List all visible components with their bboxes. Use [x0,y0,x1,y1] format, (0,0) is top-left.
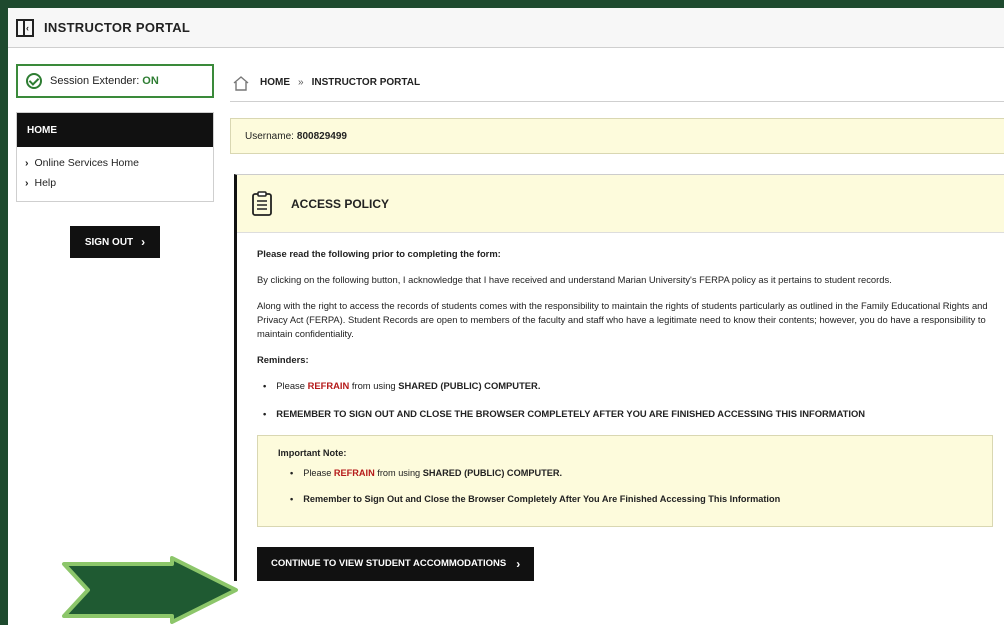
sidebar-toggle-icon[interactable]: ‹ [16,18,34,37]
breadcrumb: HOME » INSTRUCTOR PORTAL [230,64,1004,102]
access-policy-body: Please read the following prior to compl… [237,233,1004,581]
main-content: HOME » INSTRUCTOR PORTAL Username: 80082… [230,64,1004,581]
sidebar: Session Extender: ON HOME › Online Servi… [16,64,214,258]
note-text: Please [303,468,334,478]
policy-intro: Please read the following prior to compl… [257,248,501,259]
chevron-right-icon: › [25,157,29,169]
policy-paragraph-ferpa-ack: By clicking on the following button, I a… [257,274,892,285]
portal-window: ‹ INSTRUCTOR PORTAL Session Extender: ON… [8,8,1004,625]
username-label: Username: [245,130,294,142]
username-value: 800829499 [296,130,347,142]
document-icon [252,190,272,216]
username-bar: Username: 800829499 [230,118,1004,154]
app-title: INSTRUCTOR PORTAL [44,20,191,35]
chevron-right-icon: › [25,177,29,189]
access-policy-header: ACCESS POLICY [237,175,1004,233]
continue-button-label: CONTINUE TO VIEW STUDENT ACCOMMODATIONS [271,558,507,569]
home-icon[interactable] [232,75,250,91]
session-extender-status: ON [142,75,159,87]
reminder-text: from using [349,380,399,391]
breadcrumb-current: INSTRUCTOR PORTAL [311,77,421,88]
sign-out-label: SIGN OUT [84,236,134,248]
reminder-sign-out-text: REMEMBER TO SIGN OUT AND CLOSE THE BROWS… [276,408,866,419]
reminders-label: Reminders: [257,354,309,365]
chevron-right-icon: › [141,235,146,249]
top-bar: ‹ INSTRUCTOR PORTAL [8,8,1004,48]
list-item: • REMEMBER TO SIGN OUT AND CLOSE THE BRO… [263,408,866,419]
session-extender-label: Session Extender: [50,75,140,87]
breadcrumb-separator: » [298,77,304,88]
chevron-right-icon: › [516,557,521,571]
sidebar-item-help[interactable]: › Help [17,173,213,193]
session-extender[interactable]: Session Extender: ON [16,64,214,98]
sign-out-button[interactable]: SIGN OUT › [70,226,160,258]
reminders-list: • Please REFRAIN from using SHARED (PUBL… [263,379,1004,421]
side-menu: HOME › Online Services Home › Help [16,112,214,202]
shared-computer-text: SHARED (PUBLIC) COMPUTER. [422,468,563,478]
sidebar-item-label: Help [34,177,57,189]
check-circle-icon [26,73,42,89]
note-text: from using [374,468,423,478]
breadcrumb-home-link[interactable]: HOME [260,77,290,88]
refrain-text: REFRAIN [307,380,350,391]
policy-paragraph-ferpa-rights: Along with the right to access the recor… [257,300,988,339]
list-item: • Please REFRAIN from using SHARED (PUBL… [290,468,563,478]
access-policy-panel: ACCESS POLICY Please read the following … [234,174,1004,581]
side-menu-header: HOME [17,113,213,147]
continue-to-accommodations-button[interactable]: CONTINUE TO VIEW STUDENT ACCOMMODATIONS … [257,547,535,581]
list-item: • Remember to Sign Out and Close the Bro… [290,494,781,504]
list-item: • Please REFRAIN from using SHARED (PUBL… [263,380,541,391]
important-note-box: Important Note: • Please REFRAIN from us… [257,435,993,527]
sidebar-item-online-services-home[interactable]: › Online Services Home [17,153,213,173]
refrain-text: REFRAIN [333,468,375,478]
note-sign-out-text: Remember to Sign Out and Close the Brows… [303,494,781,504]
reminder-text: Please [276,380,308,391]
sidebar-item-label: Online Services Home [34,157,139,169]
shared-computer-text: SHARED (PUBLIC) COMPUTER. [398,380,541,391]
access-policy-title: ACCESS POLICY [291,196,390,211]
pointer-arrow-icon [62,556,238,624]
important-note-title: Important Note: [278,448,347,458]
